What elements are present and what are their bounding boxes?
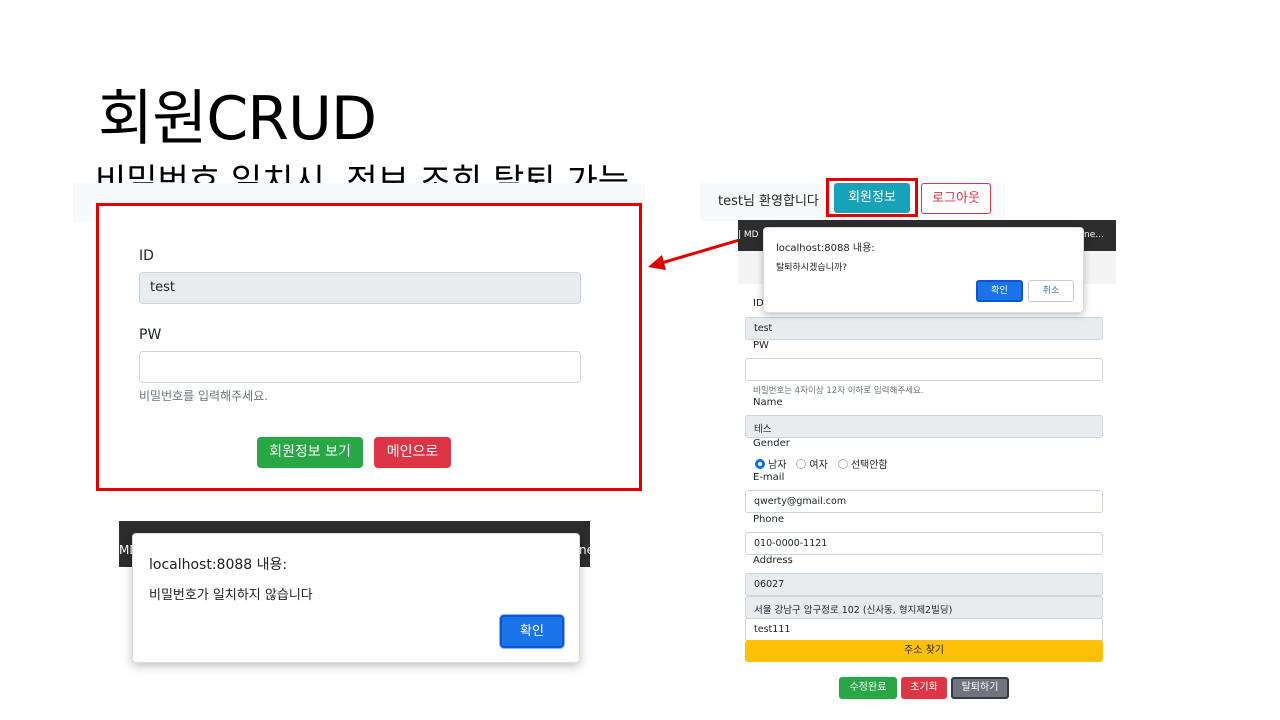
pw-label: PW — [139, 327, 162, 343]
go-main-button[interactable]: 메인으로 — [374, 437, 451, 468]
zipcode-field: 06027 — [745, 573, 1103, 596]
password-field[interactable] — [139, 351, 581, 383]
find-address-button[interactable]: 주소 찾기 — [745, 640, 1103, 662]
withdraw-confirm-dialog: localhost:8088 내용: 탈퇴하시겠습니까? 확인 취소 — [763, 227, 1084, 313]
address-field: 서울 강남구 압구정로 102 (신사동, 형지제2빌딩) — [745, 596, 1103, 619]
dialog-title: localhost:8088 내용: — [149, 557, 288, 573]
phone-label: Phone — [753, 514, 784, 525]
reset-button[interactable]: 초기화 — [901, 677, 947, 699]
name-label: Name — [753, 397, 783, 408]
id-label: ID — [139, 248, 154, 264]
radio-checked-icon — [755, 458, 765, 469]
id-field: test — [745, 317, 1103, 340]
logout-button[interactable]: 로그아웃 — [921, 183, 991, 214]
email-label: E-mail — [753, 472, 785, 483]
dialog-ok-button[interactable]: 확인 — [976, 280, 1023, 302]
password-mismatch-dialog: localhost:8088 내용: 비밀번호가 일치하지 않습니다 확인 — [132, 533, 580, 663]
radio-icon — [837, 458, 848, 469]
name-field: 테스 — [745, 415, 1103, 438]
address-detail-field[interactable]: test111 — [745, 618, 1103, 641]
gender-option-female[interactable]: 여자 — [796, 456, 828, 471]
phone-field[interactable]: 010-0000-1121 — [745, 532, 1103, 555]
dialog-message: 탈퇴하시겠습니까? — [776, 263, 848, 273]
address-label: Address — [753, 555, 793, 566]
gender-option-none[interactable]: 선택안함 — [837, 456, 888, 471]
member-info-button[interactable]: 회원정보 — [834, 183, 910, 213]
gender-label: Gender — [753, 438, 790, 449]
dialog-cancel-button[interactable]: 취소 — [1028, 280, 1074, 302]
gender-option-male[interactable]: 남자 — [755, 456, 786, 471]
navbar-text-right: ne — [579, 543, 594, 557]
password-field[interactable] — [745, 358, 1103, 381]
navbar-text-right: ne... — [1084, 230, 1104, 240]
navbar-text-left: | MD — [738, 230, 759, 240]
password-help-text: 비밀번호를 입력해주세요. — [139, 389, 269, 403]
welcome-text: test님 환영합니다 — [718, 194, 819, 209]
member-check-form: ID test PW 비밀번호를 입력해주세요. 회원정보 보기 메인으로 — [96, 203, 642, 491]
withdraw-button[interactable]: 탈퇴하기 — [951, 677, 1009, 699]
save-button[interactable]: 수정완료 — [839, 677, 897, 699]
slide-title: 회원CRUD — [98, 84, 377, 154]
view-member-info-button[interactable]: 회원정보 보기 — [257, 437, 363, 468]
pw-label: PW — [753, 340, 769, 351]
dialog-title: localhost:8088 내용: — [776, 243, 875, 254]
id-field: test — [139, 272, 581, 304]
dialog-ok-button[interactable]: 확인 — [500, 615, 564, 648]
password-help-text: 비밀번호는 4자이상 12자 이하로 입력해주세요. — [753, 386, 924, 396]
radio-icon — [796, 458, 807, 469]
email-field[interactable]: qwerty@gmail.com — [745, 490, 1103, 513]
dialog-message: 비밀번호가 일치하지 않습니다 — [149, 588, 313, 603]
gender-radio-group: 남자 여자 선택안함 — [755, 456, 888, 471]
